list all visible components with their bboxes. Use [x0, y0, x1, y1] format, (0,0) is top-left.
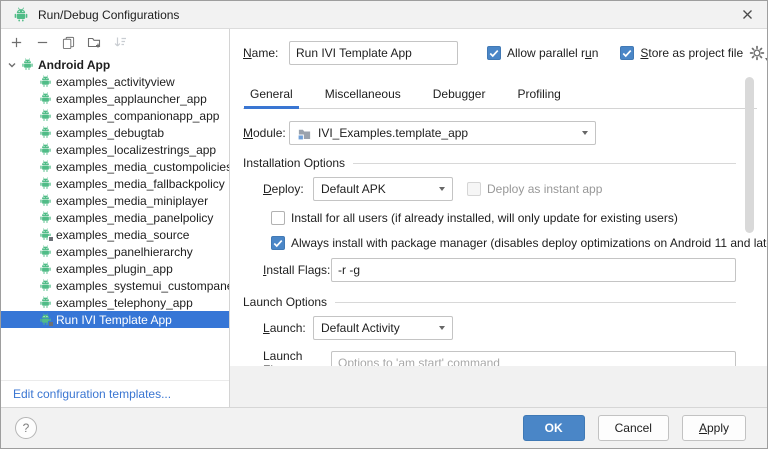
tree-item[interactable]: examples_plugin_app [1, 260, 229, 277]
chevron-down-icon [765, 58, 767, 61]
android-icon [39, 75, 52, 88]
name-label: Name: [243, 46, 289, 60]
allow-parallel-run-checkbox[interactable]: Allow parallel run [487, 46, 598, 60]
deploy-as-instant-app-checkbox: Deploy as instant app [467, 182, 602, 196]
dropdown-arrow-icon [439, 326, 445, 330]
install-for-all-users-checkbox[interactable]: Install for all users (if already instal… [271, 211, 678, 225]
module-dropdown[interactable]: IVI_Examples.template_app [289, 121, 596, 145]
tree-item[interactable]: examples_debugtab [1, 124, 229, 141]
checkbox-checked-icon[interactable] [620, 46, 634, 60]
edit-templates-row: Edit configuration templates... [1, 380, 229, 407]
module-label: Module: [243, 126, 289, 140]
tree-item[interactable]: examples_panelhierarchy [1, 243, 229, 260]
android-icon [39, 177, 52, 190]
dropdown-arrow-icon [582, 131, 588, 135]
checkbox-disabled-icon [467, 182, 481, 196]
tree-item[interactable]: examples_systemui_custompaneltype [1, 277, 229, 294]
section-divider [335, 302, 736, 303]
android-icon [39, 279, 52, 292]
move-to-folder-icon[interactable] [87, 35, 101, 49]
tree-item[interactable]: examples_companionapp_app [1, 107, 229, 124]
apply-button[interactable]: Apply [682, 415, 746, 441]
installation-options-section: Installation Options [243, 155, 736, 171]
launch-dropdown[interactable]: Default Activity [313, 316, 453, 340]
checkbox-unchecked-icon[interactable] [271, 211, 285, 225]
launch-label: Launch: [263, 321, 313, 335]
add-configuration-icon[interactable] [9, 35, 23, 49]
launch-flags-label: Launch Flags: [263, 349, 331, 366]
cancel-button[interactable]: Cancel [598, 415, 669, 441]
tree-item[interactable]: examples_activityview [1, 73, 229, 90]
dialog-button-bar: ? OK Cancel Apply [1, 407, 767, 448]
dropdown-arrow-icon [439, 187, 445, 191]
form-tabs: General Miscellaneous Debugger Profiling [243, 87, 757, 109]
android-icon [39, 194, 52, 207]
sidebar-toolbar [1, 29, 229, 55]
android-icon [39, 92, 52, 105]
always-install-with-package-manager-checkbox[interactable]: Always install with package manager (dis… [271, 236, 767, 250]
android-icon [39, 245, 52, 258]
android-icon [39, 126, 52, 139]
edit-configuration-templates-link[interactable]: Edit configuration templates... [13, 387, 171, 401]
tree-root-android-app[interactable]: Android App [1, 56, 229, 73]
tab-profiling[interactable]: Profiling [511, 87, 566, 108]
config-badge [48, 236, 54, 242]
tree-item[interactable]: examples_telephony_app [1, 294, 229, 311]
tab-miscellaneous[interactable]: Miscellaneous [319, 87, 407, 108]
copy-configuration-icon[interactable] [61, 35, 75, 49]
android-icon [39, 143, 52, 156]
module-icon [297, 126, 312, 141]
dialog-title: Run/Debug Configurations [38, 8, 179, 22]
android-app-icon [13, 7, 29, 23]
tab-general[interactable]: General [244, 87, 299, 108]
install-flags-label: Install Flags: [263, 263, 331, 277]
android-icon [39, 211, 52, 224]
install-flags-input[interactable] [331, 258, 736, 282]
configuration-tree: Android App examples_activityview exampl… [1, 55, 229, 380]
checkbox-checked-icon[interactable] [487, 46, 501, 60]
section-divider [353, 163, 736, 164]
launch-flags-input[interactable] [331, 351, 736, 366]
launch-options-section: Launch Options [243, 294, 736, 310]
tree-item-selected[interactable]: Run IVI Template App [1, 311, 229, 328]
deploy-dropdown[interactable]: Default APK [313, 177, 453, 201]
config-badge [48, 321, 54, 327]
android-icon [39, 160, 52, 173]
run-debug-configurations-dialog: Run/Debug Configurations [0, 0, 768, 449]
tree-item[interactable]: examples_media_panelpolicy [1, 209, 229, 226]
gear-icon[interactable] [749, 45, 765, 61]
tab-debugger[interactable]: Debugger [427, 87, 492, 108]
tree-item[interactable]: examples_media_custompolicies [1, 158, 229, 175]
title-bar: Run/Debug Configurations [1, 1, 767, 29]
checkbox-checked-icon[interactable] [271, 236, 285, 250]
deploy-label: Deploy: [263, 182, 313, 196]
help-button[interactable]: ? [15, 417, 37, 439]
android-icon [39, 296, 52, 309]
scrollbar-thumb[interactable] [745, 77, 754, 233]
tree-item[interactable]: examples_media_fallbackpolicy [1, 175, 229, 192]
configurations-sidebar: Android App examples_activityview exampl… [1, 29, 230, 407]
tree-item[interactable]: examples_media_source [1, 226, 229, 243]
sort-configurations-icon [113, 35, 127, 49]
tree-item[interactable]: examples_localizestrings_app [1, 141, 229, 158]
tree-item[interactable]: examples_media_miniplayer [1, 192, 229, 209]
android-icon [21, 58, 34, 71]
name-input[interactable] [289, 41, 458, 65]
chevron-down-icon[interactable] [7, 60, 17, 70]
configuration-form-panel: Name: Allow parallel run Store as projec… [230, 29, 767, 366]
android-icon [39, 262, 52, 275]
close-icon[interactable] [739, 7, 755, 23]
store-as-project-file-checkbox[interactable]: Store as project file [620, 46, 743, 60]
android-icon [39, 109, 52, 122]
remove-configuration-icon[interactable] [35, 35, 49, 49]
ok-button[interactable]: OK [523, 415, 585, 441]
tree-root-label: Android App [38, 58, 110, 72]
tree-item[interactable]: examples_applauncher_app [1, 90, 229, 107]
